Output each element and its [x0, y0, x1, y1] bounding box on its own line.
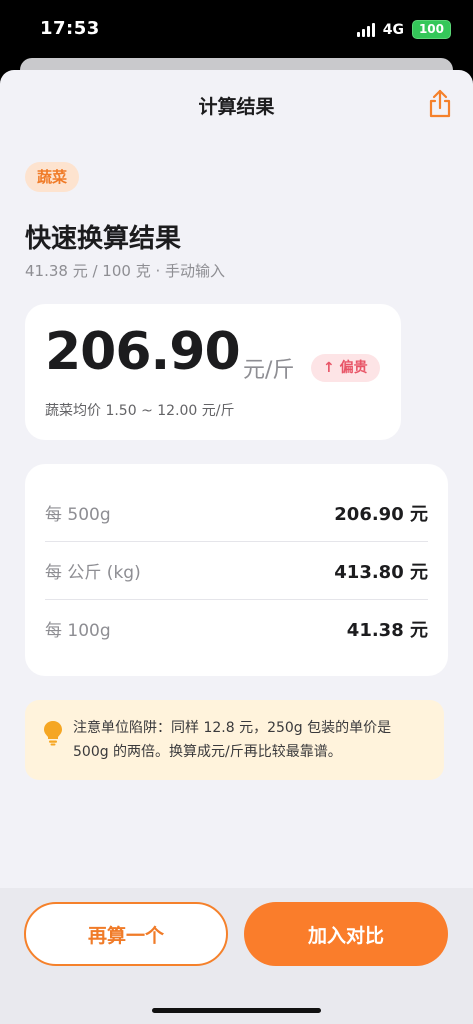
page-title: 快速换算结果: [25, 224, 182, 254]
share-icon: [429, 89, 451, 118]
result-unit: 元/斤: [243, 358, 295, 383]
bottom-action-bar: 再算一个 加入对比: [0, 888, 473, 1024]
unit-row-kg: 每 公斤 (kg) 413.80 元: [45, 542, 428, 599]
network-label: 4G: [382, 21, 404, 38]
price-status-badge: ↑ 偏贵: [311, 354, 380, 382]
average-range-text: 蔬菜均价 1.50 ~ 12.00 元/斤: [45, 403, 235, 419]
status-bar: 17:53 4G 100: [0, 0, 473, 60]
unit-value: 206.90 元: [334, 503, 428, 525]
unit-row-500g: 每 500g 206.90 元: [45, 484, 428, 541]
result-card: 206.90 元/斤 ↑ 偏贵 蔬菜均价 1.50 ~ 12.00 元/斤: [25, 304, 401, 440]
tip-card: 注意单位陷阱：同样 12.8 元，250g 包装的单价是 500g 的两倍。换算…: [25, 700, 444, 780]
calculate-again-button[interactable]: 再算一个: [24, 902, 228, 966]
share-button[interactable]: [425, 86, 455, 122]
result-sheet: 计算结果 蔬菜 快速换算结果 41.38 元 / 100 克 · 手动输入 20…: [0, 70, 473, 1024]
unit-label: 每 500g: [45, 505, 111, 525]
add-to-compare-button[interactable]: 加入对比: [244, 902, 448, 966]
tip-text: 注意单位陷阱：同样 12.8 元，250g 包装的单价是 500g 的两倍。换算…: [73, 720, 392, 760]
unit-label: 每 公斤 (kg): [45, 563, 141, 583]
lightbulb-icon: [44, 721, 62, 746]
unit-value: 413.80 元: [334, 561, 428, 583]
result-value: 206.90: [45, 322, 241, 382]
page-nav-title: 计算结果: [198, 96, 275, 118]
page-subtitle: 41.38 元 / 100 克 · 手动输入: [25, 262, 226, 280]
signal-icon: [356, 22, 375, 37]
unit-conversion-card: 每 500g 206.90 元 每 公斤 (kg) 413.80 元 每 100…: [25, 464, 448, 676]
category-tag: 蔬菜: [25, 162, 80, 192]
unit-label: 每 100g: [45, 621, 111, 641]
price-status-label: 偏贵: [339, 360, 368, 376]
arrow-up-icon: ↑: [323, 360, 335, 376]
unit-value: 41.38 元: [346, 619, 428, 641]
status-right: 4G 100: [356, 20, 451, 39]
status-time: 17:53: [40, 18, 100, 39]
home-indicator: [152, 1008, 321, 1013]
unit-row-100g: 每 100g 41.38 元: [45, 600, 428, 657]
battery-icon: 100: [411, 20, 451, 39]
